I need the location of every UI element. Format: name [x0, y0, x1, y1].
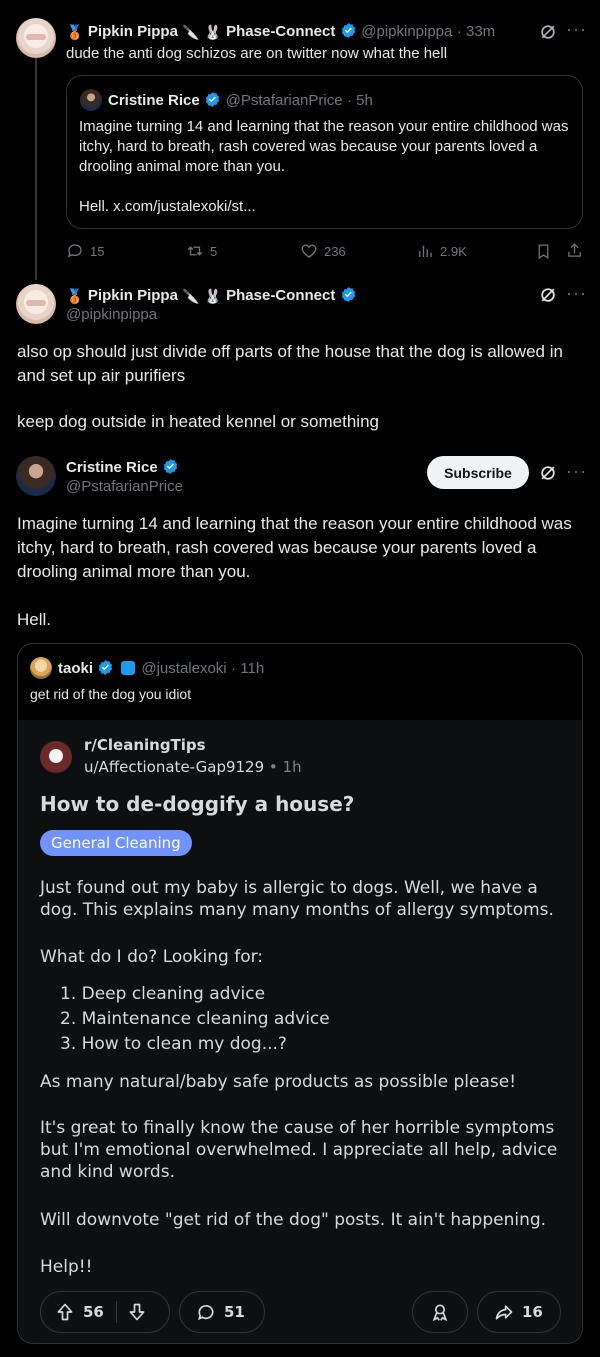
heart-icon [301, 244, 317, 258]
more-options-icon[interactable]: ··· [566, 284, 587, 302]
avatar-cristine-rice[interactable] [16, 456, 56, 496]
quote-author-name: taoki [58, 660, 94, 677]
reddit-award-pill [412, 1291, 468, 1333]
comment-bubble-icon [198, 1305, 214, 1321]
reddit-share-pill: 16 [477, 1291, 561, 1333]
tweet-2-text: also op should just divide off parts of … [17, 342, 563, 385]
reddit-paragraph-5: Will downvote "get rid of the dog" posts… [40, 1210, 547, 1230]
reddit-list-item: 2. Maintenance cleaning advice [60, 1009, 330, 1029]
reddit-username: u/Affectionate-Gap9129 [84, 758, 265, 776]
author-name[interactable]: Pipkin Pippa [88, 23, 178, 40]
reddit-paragraph-6: Help!! [40, 1257, 93, 1277]
rabbit-icon: 🐰 [204, 288, 222, 304]
verified-badge-icon [163, 459, 178, 474]
subreddit-avatar [40, 741, 72, 773]
award-icon [432, 1304, 448, 1322]
reddit-vote-pill: 56 [40, 1291, 170, 1333]
quote-text: get rid of the dog you idiot [30, 686, 192, 702]
quote-time: · 5h [347, 92, 373, 109]
like-count: 236 [324, 243, 346, 259]
subreddit-name: r/CleaningTips [84, 736, 206, 754]
verified-badge-icon [341, 23, 355, 38]
tweet-1-text: dude the anti dog schizos are on twitter… [66, 45, 448, 62]
author-handle[interactable]: @pipkinpippa [66, 306, 157, 323]
verified-badge-icon [205, 92, 220, 107]
affiliate-badge-icon [120, 661, 135, 675]
like-button[interactable]: 236 [300, 242, 346, 260]
reddit-screenshot-image[interactable]: r/CleaningTips u/Affectionate-Gap9129 • … [18, 720, 582, 1343]
repost-count: 5 [210, 243, 218, 259]
avatar-pipkin-pippa[interactable] [16, 284, 56, 324]
quote-text: Imagine turning 14 and learning that the… [79, 118, 569, 175]
avatar-cristine-rice-small [80, 89, 102, 111]
reddit-list-item: 1. Deep cleaning advice [60, 984, 266, 1004]
views-button[interactable]: 2.9K [416, 242, 467, 260]
grok-icon[interactable] [538, 285, 558, 305]
more-options-icon[interactable]: ··· [566, 462, 587, 480]
author-name[interactable]: Cristine Rice [66, 459, 158, 476]
avatar-pipkin-pippa[interactable] [16, 18, 56, 58]
more-options-icon[interactable]: ··· [566, 20, 587, 38]
quote-header: Cristine Rice @PstafarianPrice · 5h [108, 91, 373, 110]
avatar-taoki [30, 657, 52, 679]
subscribe-button[interactable]: Subscribe [427, 456, 529, 489]
repost-button[interactable]: 5 [186, 242, 217, 260]
tweet-3-text: Imagine turning 14 and learning that the… [17, 514, 572, 581]
views-count: 2.9K [440, 243, 467, 259]
reddit-paragraph-1: Just found out my baby is allergic to do… [40, 878, 554, 920]
tweet-1-header: 🥉 Pipkin Pippa 🔪 🐰 Phase-Connect @pipkin… [66, 22, 495, 41]
reddit-vote-count: 56 [83, 1303, 104, 1321]
reddit-post-time: • 1h [268, 758, 302, 776]
quoted-tweet-1[interactable]: Cristine Rice @PstafarianPrice · 5h Imag… [66, 75, 583, 229]
reddit-comments-pill: 51 [179, 1291, 265, 1333]
knife-icon: 🔪 [182, 24, 200, 40]
tweet-3-header: Cristine Rice [66, 458, 179, 477]
repost-icon [187, 246, 203, 256]
verified-badge-icon [99, 660, 113, 675]
verified-badge-icon [341, 287, 355, 302]
author-suffix[interactable]: Phase-Connect [226, 23, 335, 40]
reply-count: 15 [90, 243, 105, 259]
thread-connector [35, 58, 37, 280]
grok-icon[interactable] [538, 463, 558, 483]
author-handle[interactable]: @pipkinpippa [361, 23, 452, 40]
quote-handle: @justalexoki [141, 660, 227, 677]
medal-icon: 🥉 [66, 24, 84, 40]
reddit-flair: General Cleaning [40, 830, 192, 856]
quote-header: taoki @justalexoki · 11h [58, 659, 264, 678]
quote-link-text: Hell. x.com/justalexoki/st... [79, 198, 256, 215]
author-handle[interactable]: @PstafarianPrice [66, 478, 183, 495]
views-chart-icon [419, 245, 432, 257]
bookmark-icon[interactable] [535, 243, 552, 260]
reddit-comment-count: 51 [224, 1303, 245, 1321]
share-icon[interactable] [566, 242, 583, 259]
reddit-paragraph-3: As many natural/baby safe products as po… [40, 1072, 517, 1092]
quote-time: · 11h [231, 660, 265, 677]
author-name[interactable]: Pipkin Pippa [88, 287, 178, 304]
divider [115, 1301, 117, 1323]
quote-author-name: Cristine Rice [108, 92, 200, 109]
medal-icon: 🥉 [66, 288, 84, 304]
reddit-list-item: 3. How to clean my dog...? [60, 1034, 287, 1054]
author-suffix[interactable]: Phase-Connect [226, 287, 335, 304]
downvote-arrow-icon [129, 1303, 145, 1321]
tweet-2-text-2: keep dog outside in heated kennel or som… [17, 412, 379, 431]
upvote-arrow-icon [57, 1303, 73, 1321]
reply-icon [67, 244, 82, 258]
reply-button[interactable]: 15 [66, 242, 104, 260]
tweet-2-header: 🥉 Pipkin Pippa 🔪 🐰 Phase-Connect [66, 286, 357, 305]
rabbit-icon: 🐰 [204, 24, 222, 40]
share-arrow-icon [495, 1305, 513, 1320]
quote-handle: @PstafarianPrice [225, 92, 343, 109]
tweet-3-text-2: Hell. [17, 610, 52, 629]
knife-icon: 🔪 [182, 288, 200, 304]
grok-icon[interactable] [538, 22, 558, 42]
reddit-paragraph-2: What do I do? Looking for: [40, 947, 264, 967]
reddit-post-meta: u/Affectionate-Gap9129 • 1h [84, 758, 302, 776]
tweet-time[interactable]: · 33m [457, 23, 495, 40]
reddit-paragraph-4: It's great to finally know the cause of … [40, 1118, 558, 1182]
reddit-post-title: How to de-doggify a house? [40, 792, 355, 816]
reddit-share-count: 16 [522, 1303, 543, 1321]
